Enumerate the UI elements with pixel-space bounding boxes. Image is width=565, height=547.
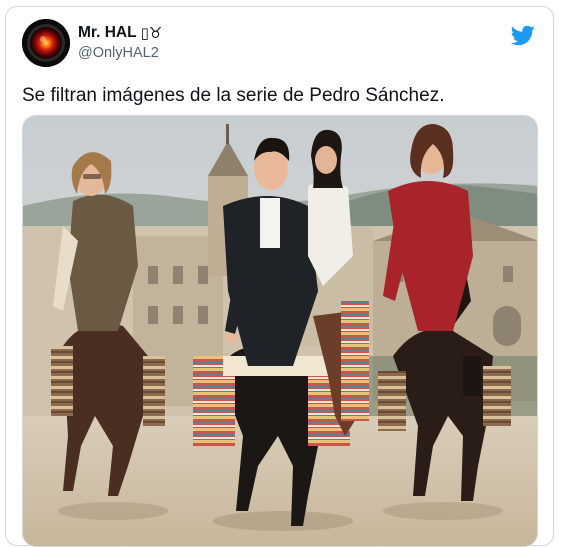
display-name[interactable]: Mr. HAL ▯♉	[78, 23, 162, 43]
tweet-header: Mr. HAL ▯♉ @OnlyHAL2	[22, 19, 539, 67]
photo-illustration	[23, 116, 537, 546]
twitter-bird-icon[interactable]	[510, 23, 535, 47]
avatar[interactable]	[22, 19, 70, 67]
tweet-photo[interactable]	[22, 115, 538, 547]
tweet-card[interactable]: Mr. HAL ▯♉ @OnlyHAL2 Se filtran imágenes…	[5, 6, 554, 547]
tweet-text: Se filtran imágenes de la serie de Pedro…	[22, 85, 445, 106]
display-name-text: Mr. HAL	[78, 24, 137, 41]
hal-9000-eye-icon	[22, 19, 70, 67]
name-symbols: ▯♉	[140, 24, 163, 42]
tweet-author[interactable]: Mr. HAL ▯♉ @OnlyHAL2	[78, 23, 162, 63]
user-handle[interactable]: @OnlyHAL2	[78, 43, 162, 63]
